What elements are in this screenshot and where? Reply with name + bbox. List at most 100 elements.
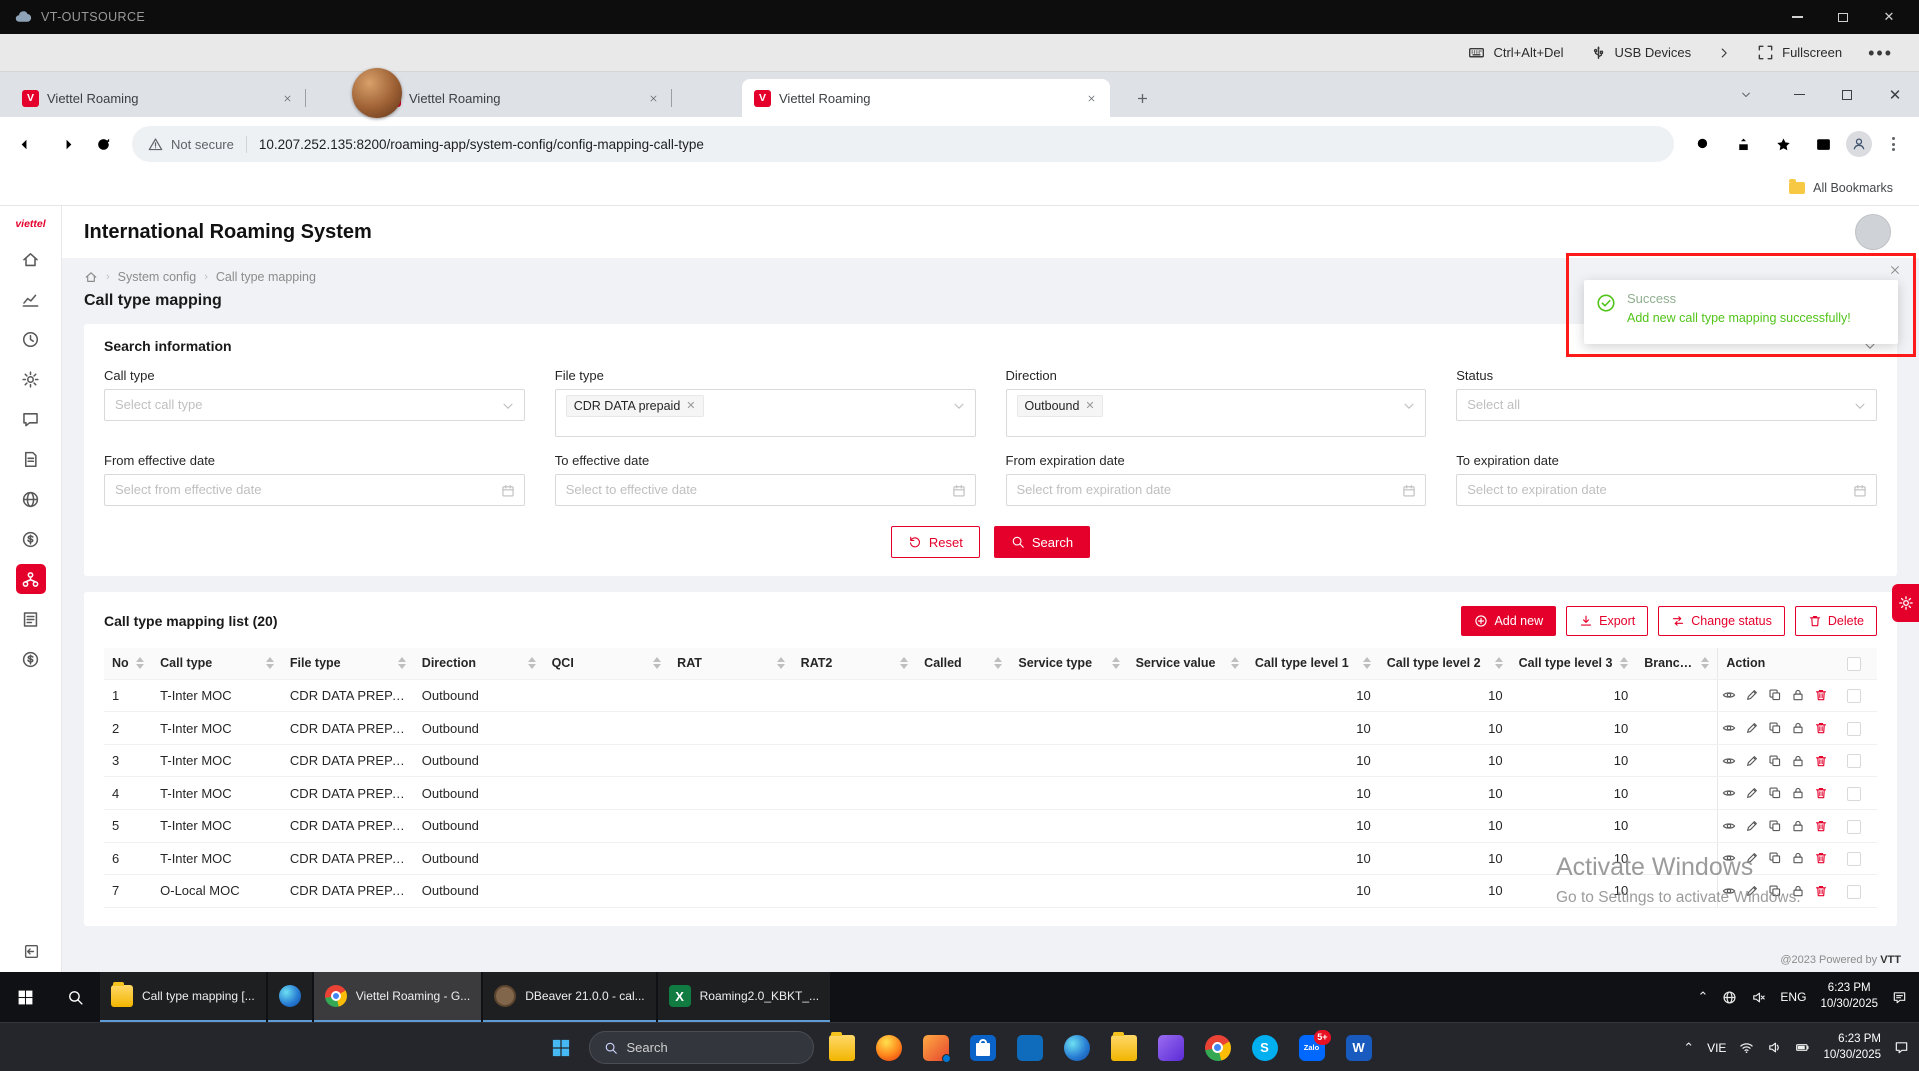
- sidebar-item-chat[interactable]: [16, 404, 46, 434]
- remote-search-button[interactable]: [50, 972, 100, 1022]
- remote-close-button[interactable]: ✕: [1869, 4, 1909, 30]
- add-new-button[interactable]: Add new: [1461, 606, 1556, 636]
- bookmark-star-icon[interactable]: [1766, 127, 1800, 161]
- browser-tab[interactable]: VViettel Roaming: [10, 79, 306, 117]
- sidebar-collapse-icon[interactable]: [23, 943, 40, 960]
- network-globe-icon[interactable]: [1722, 990, 1737, 1005]
- edit-icon[interactable]: [1745, 688, 1759, 702]
- taskbar-app-outlook[interactable]: [1011, 1029, 1049, 1067]
- sort-icon[interactable]: [777, 657, 785, 669]
- sidebar-item-settings[interactable]: [16, 364, 46, 394]
- row-checkbox[interactable]: [1847, 722, 1861, 736]
- row-checkbox[interactable]: [1847, 820, 1861, 834]
- more-options-button[interactable]: •••: [1868, 48, 1893, 58]
- sort-icon[interactable]: [1363, 657, 1371, 669]
- sidebar-item-home[interactable]: [16, 244, 46, 274]
- copy-icon[interactable]: [1768, 721, 1782, 735]
- copy-icon[interactable]: [1768, 786, 1782, 800]
- edit-icon[interactable]: [1745, 754, 1759, 768]
- sidebar-item-network[interactable]: [16, 484, 46, 514]
- security-label[interactable]: Not secure: [171, 137, 234, 152]
- select-3[interactable]: Select all: [1456, 389, 1877, 421]
- new-tab-button[interactable]: [1128, 84, 1156, 112]
- all-bookmarks-label[interactable]: All Bookmarks: [1813, 181, 1893, 195]
- sort-icon[interactable]: [136, 657, 144, 669]
- local-start-button[interactable]: [542, 1029, 580, 1067]
- view-icon[interactable]: [1722, 819, 1736, 833]
- lock-icon[interactable]: [1791, 688, 1805, 702]
- view-icon[interactable]: [1722, 851, 1736, 865]
- delete-icon[interactable]: [1814, 688, 1828, 702]
- lens-search-icon[interactable]: [1686, 127, 1720, 161]
- taskbar-app-paint[interactable]: [917, 1029, 955, 1067]
- column-header-action[interactable]: Action: [1718, 648, 1831, 679]
- column-header-direction[interactable]: Direction: [414, 648, 544, 679]
- hidden-icons-chevron[interactable]: ⌃: [1683, 1040, 1694, 1056]
- copy-icon[interactable]: [1768, 754, 1782, 768]
- date-input-7[interactable]: Select to expiration date: [1456, 474, 1877, 506]
- taskbar-app-skype[interactable]: [1246, 1029, 1284, 1067]
- sort-icon[interactable]: [398, 657, 406, 669]
- edit-icon[interactable]: [1745, 721, 1759, 735]
- date-input-5[interactable]: Select to effective date: [555, 474, 976, 506]
- breadcrumb-system-config[interactable]: System config: [118, 270, 197, 284]
- remote-minimize-button[interactable]: [1777, 4, 1817, 30]
- theme-settings-fab[interactable]: [1892, 584, 1919, 622]
- column-header-call-type[interactable]: Call type: [152, 648, 282, 679]
- sidebar-item-history[interactable]: [16, 324, 46, 354]
- taskbar-app-excel[interactable]: Roaming2.0_KBKT_...: [658, 972, 830, 1022]
- select-0[interactable]: Select call type: [104, 389, 525, 421]
- copy-icon[interactable]: [1768, 819, 1782, 833]
- edit-icon[interactable]: [1745, 884, 1759, 898]
- side-panel-icon[interactable]: [1806, 127, 1840, 161]
- lock-icon[interactable]: [1791, 851, 1805, 865]
- copy-icon[interactable]: [1768, 688, 1782, 702]
- remote-clock[interactable]: 6:23 PM 10/30/2025: [1820, 981, 1878, 1012]
- view-icon[interactable]: [1722, 884, 1736, 898]
- local-language-indicator[interactable]: VIE: [1707, 1041, 1726, 1055]
- column-header-rat[interactable]: RAT: [669, 648, 793, 679]
- column-header-rat2[interactable]: RAT2: [793, 648, 917, 679]
- view-icon[interactable]: [1722, 721, 1736, 735]
- edit-icon[interactable]: [1745, 786, 1759, 800]
- sidebar-item-payment[interactable]: [16, 524, 46, 554]
- column-header-call-type-level-3[interactable]: Call type level 3: [1511, 648, 1637, 679]
- column-header-service-value[interactable]: Service value: [1128, 648, 1247, 679]
- column-header-call-type-level-1[interactable]: Call type level 1: [1247, 648, 1379, 679]
- column-header-call-type-level-2[interactable]: Call type level 2: [1379, 648, 1511, 679]
- taskbar-app-edge[interactable]: [1058, 1029, 1096, 1067]
- taskbar-app-folder[interactable]: Call type mapping [...: [100, 972, 266, 1022]
- usb-devices-button[interactable]: USB Devices: [1590, 44, 1692, 61]
- sort-icon[interactable]: [900, 657, 908, 669]
- date-input-4[interactable]: Select from effective date: [104, 474, 525, 506]
- taskbar-app-media[interactable]: [1152, 1029, 1190, 1067]
- row-checkbox[interactable]: [1847, 754, 1861, 768]
- browser-menu-icon[interactable]: [1878, 129, 1909, 159]
- battery-icon[interactable]: [1795, 1040, 1810, 1055]
- taskbar-app-word[interactable]: [1340, 1029, 1378, 1067]
- delete-button[interactable]: Delete: [1795, 606, 1877, 636]
- sort-icon[interactable]: [1495, 657, 1503, 669]
- wifi-icon[interactable]: [1739, 1040, 1754, 1055]
- lock-icon[interactable]: [1791, 884, 1805, 898]
- tag-remove-icon[interactable]: ✕: [686, 397, 695, 415]
- reload-button[interactable]: [86, 127, 120, 161]
- taskbar-app-chrome[interactable]: Viettel Roaming - G...: [314, 972, 482, 1022]
- select-2[interactable]: Outbound✕: [1006, 389, 1427, 437]
- row-checkbox[interactable]: [1847, 885, 1861, 899]
- date-input-6[interactable]: Select from expiration date: [1006, 474, 1427, 506]
- fullscreen-button[interactable]: Fullscreen: [1757, 44, 1842, 61]
- view-icon[interactable]: [1722, 688, 1736, 702]
- taskbar-app-zalo[interactable]: 5+: [1293, 1029, 1331, 1067]
- taskbar-app-dbeaver[interactable]: DBeaver 21.0.0 - cal...: [483, 972, 655, 1022]
- toast-close-icon[interactable]: [1889, 264, 1901, 276]
- export-button[interactable]: Export: [1566, 606, 1648, 636]
- forward-button[interactable]: [48, 127, 82, 161]
- tab-close-icon[interactable]: [279, 90, 296, 107]
- row-checkbox[interactable]: [1847, 689, 1861, 703]
- sort-icon[interactable]: [266, 657, 274, 669]
- lock-icon[interactable]: [1791, 819, 1805, 833]
- view-icon[interactable]: [1722, 786, 1736, 800]
- column-header-qci[interactable]: QCI: [544, 648, 670, 679]
- select-all-checkbox[interactable]: [1847, 657, 1861, 671]
